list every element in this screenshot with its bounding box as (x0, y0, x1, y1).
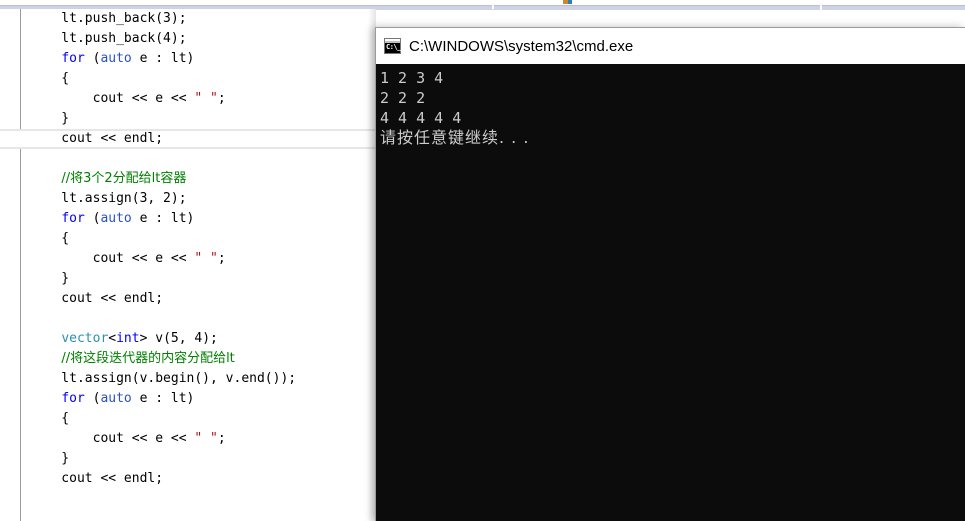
code-token: } (30, 451, 70, 466)
partial-toolbar-icon[interactable] (563, 0, 572, 4)
code-token: vector (61, 331, 109, 346)
code-editor-pane[interactable]: lt.push_back(3); lt.push_back(4); for (a… (0, 9, 376, 521)
code-line[interactable]: { (0, 69, 376, 89)
code-token: cout << endl; (30, 291, 164, 306)
code-token: lt.assign(3, 2); (30, 191, 187, 206)
code-token: int (116, 331, 140, 346)
code-line[interactable]: } (0, 449, 376, 469)
code-token: ; (217, 91, 226, 106)
code-line[interactable]: } (0, 109, 376, 129)
code-line[interactable]: for (auto e : lt) (0, 49, 376, 69)
console-title-label: C:\WINDOWS\system32\cmd.exe (409, 37, 634, 55)
code-line[interactable]: cout << endl; (0, 129, 376, 149)
code-token: lt.push_back(4); (30, 31, 187, 46)
code-line[interactable]: lt.push_back(4); (0, 29, 376, 49)
top-splitter-strip (0, 0, 965, 10)
code-line[interactable] (0, 509, 376, 521)
code-line[interactable]: } (0, 269, 376, 289)
console-output-line: 请按任意键继续. . . (380, 128, 530, 147)
code-token: " " (194, 251, 218, 266)
code-line[interactable]: cout << e << " "; (0, 249, 376, 269)
console-output-line: 1 2 3 4 (380, 69, 444, 87)
code-line[interactable]: lt.push_back(3); (0, 9, 376, 29)
console-output-line: 4 4 4 4 4 (380, 109, 462, 127)
code-token: { (30, 231, 70, 246)
code-line[interactable]: for (auto e : lt) (0, 389, 376, 409)
code-token: e : lt) (131, 211, 195, 226)
code-token: cout << e << (30, 91, 195, 106)
cmd-icon: C:\_ (384, 38, 401, 54)
code-line[interactable]: for (auto e : lt) (0, 209, 376, 229)
code-line[interactable]: { (0, 229, 376, 249)
code-token: } (30, 111, 70, 126)
code-token: ( (84, 51, 101, 66)
code-token: > v(5, 4); (139, 331, 218, 346)
code-token: cout << e << (30, 251, 195, 266)
code-line[interactable]: cout << e << " "; (0, 429, 376, 449)
code-line[interactable]: vector<int> v(5, 4); (0, 329, 376, 349)
code-token: e : lt) (131, 51, 195, 66)
code-token: //将3个2分配给lt容器 (61, 171, 187, 186)
code-line[interactable]: cout << e << " "; (0, 89, 376, 109)
code-token: " " (194, 91, 218, 106)
code-token: ; (217, 251, 226, 266)
code-line[interactable]: { (0, 409, 376, 429)
code-token: ; (217, 431, 226, 446)
splitter-gap-tick (492, 0, 494, 9)
code-line[interactable]: lt.assign(v.begin(), v.end()); (0, 369, 376, 389)
code-token: cout << endl; (30, 131, 164, 146)
code-line[interactable]: lt.assign(3, 2); (0, 189, 376, 209)
cmd-icon-prompt: C:\_ (386, 43, 401, 51)
cmd-console-window[interactable]: C:\_ C:\WINDOWS\system32\cmd.exe 1 2 3 4… (375, 27, 965, 521)
code-token: } (30, 271, 70, 286)
code-token: { (30, 71, 70, 86)
console-output-line: 2 2 2 (380, 89, 426, 107)
code-token: e : lt) (131, 391, 195, 406)
code-line[interactable]: cout << endl; (0, 469, 376, 489)
code-token: for (61, 391, 85, 406)
code-token: lt.push_back(3); (30, 11, 187, 26)
code-token: for (61, 51, 85, 66)
code-token: auto (100, 51, 132, 66)
code-token: for (61, 211, 85, 226)
code-text-area[interactable]: lt.push_back(3); lt.push_back(4); for (a… (0, 9, 376, 521)
code-token: { (30, 411, 70, 426)
code-token: ( (84, 391, 101, 406)
splitter-bar-right[interactable] (822, 5, 965, 10)
code-token: auto (100, 211, 132, 226)
code-line[interactable] (0, 309, 376, 329)
code-token: ( (84, 211, 101, 226)
code-line[interactable]: //将这段迭代器的内容分配给lt (0, 349, 376, 369)
code-token: auto (100, 391, 132, 406)
code-token: cout << e << (30, 431, 195, 446)
code-token: //将这段迭代器的内容分配给lt (61, 351, 235, 366)
code-line[interactable] (0, 489, 376, 509)
console-titlebar[interactable]: C:\_ C:\WINDOWS\system32\cmd.exe (376, 28, 965, 64)
code-line[interactable]: cout << endl; (0, 289, 376, 309)
console-output-area[interactable]: 1 2 3 4 2 2 2 4 4 4 4 4 请按任意键继续. . . (376, 64, 965, 521)
code-line[interactable] (0, 149, 376, 169)
code-line[interactable]: //将3个2分配给lt容器 (0, 169, 376, 189)
code-token: cout << endl; (30, 471, 164, 486)
code-token: " " (194, 431, 218, 446)
code-token: < (108, 331, 117, 346)
code-token: lt.assign(v.begin(), v.end()); (30, 371, 297, 386)
